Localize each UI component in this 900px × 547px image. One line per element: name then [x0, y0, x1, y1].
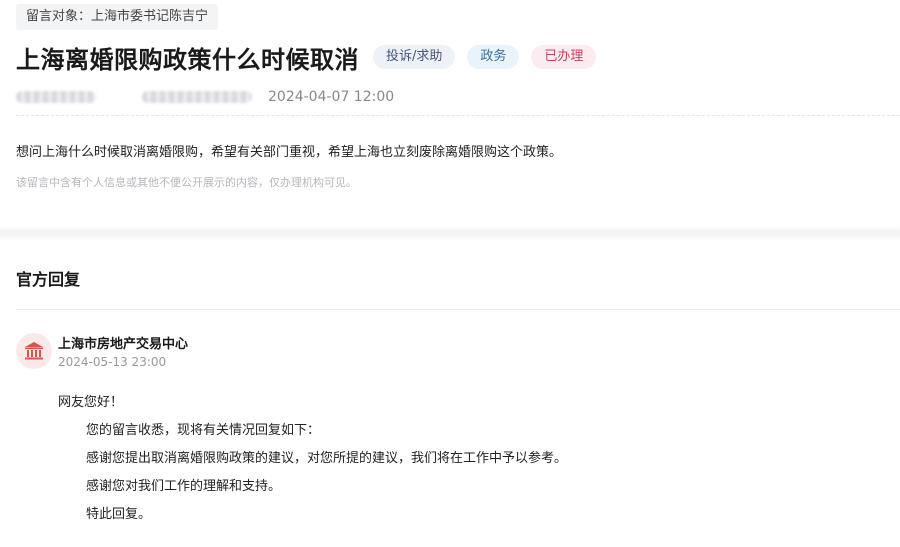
reply-closing: 特此回复。 [86, 507, 152, 522]
domain-tag: 政务 [467, 45, 520, 69]
post-time: 2024-04-07 12:00 [268, 89, 395, 105]
message-target: 留言对象：上海市委书记陈吉宁 [16, 4, 219, 30]
government-building-icon [16, 333, 52, 369]
message-content: 想问上海什么时候取消离婚限购，希望有关部门重视，希望上海也立刻废除离婚限购这个政… [16, 145, 563, 160]
title-row: 上海离婚限购政策什么时候取消 投诉/求助 政务 已办理 [16, 40, 597, 74]
reply-paragraph: 您的留言收悉，现将有关情况回复如下： [86, 423, 321, 438]
reply-divider [16, 309, 900, 310]
reply-paragraph: 感谢您对我们工作的理解和支持。 [86, 479, 282, 494]
section-separator [0, 226, 900, 240]
page-title: 上海离婚限购政策什么时候取消 [16, 45, 359, 74]
message-target-name[interactable]: 上海市委书记陈吉宁 [91, 9, 208, 24]
reply-paragraph: 感谢您提出取消离婚限购政策的建议，对您所提的建议，我们将在工作中予以参考。 [86, 451, 568, 466]
message-target-label: 留言对象： [26, 9, 92, 24]
meta-divider [16, 115, 900, 116]
reply-org-name: 上海市房地产交易中心 [58, 337, 189, 352]
message-meta: 2024-04-07 12:00 [16, 86, 394, 108]
status-badge: 已办理 [531, 45, 597, 69]
reply-section-title: 官方回复 [16, 270, 81, 289]
privacy-notice: 该留言中含有个人信息或其他不便公开展示的内容，仅办理机构可见。 [16, 176, 357, 189]
redacted-id [142, 91, 252, 103]
reply-time: 2024-05-13 23:00 [58, 355, 167, 369]
redacted-username [16, 91, 96, 103]
reply-greeting: 网友您好！ [58, 395, 124, 410]
category-tag: 投诉/求助 [373, 45, 456, 69]
